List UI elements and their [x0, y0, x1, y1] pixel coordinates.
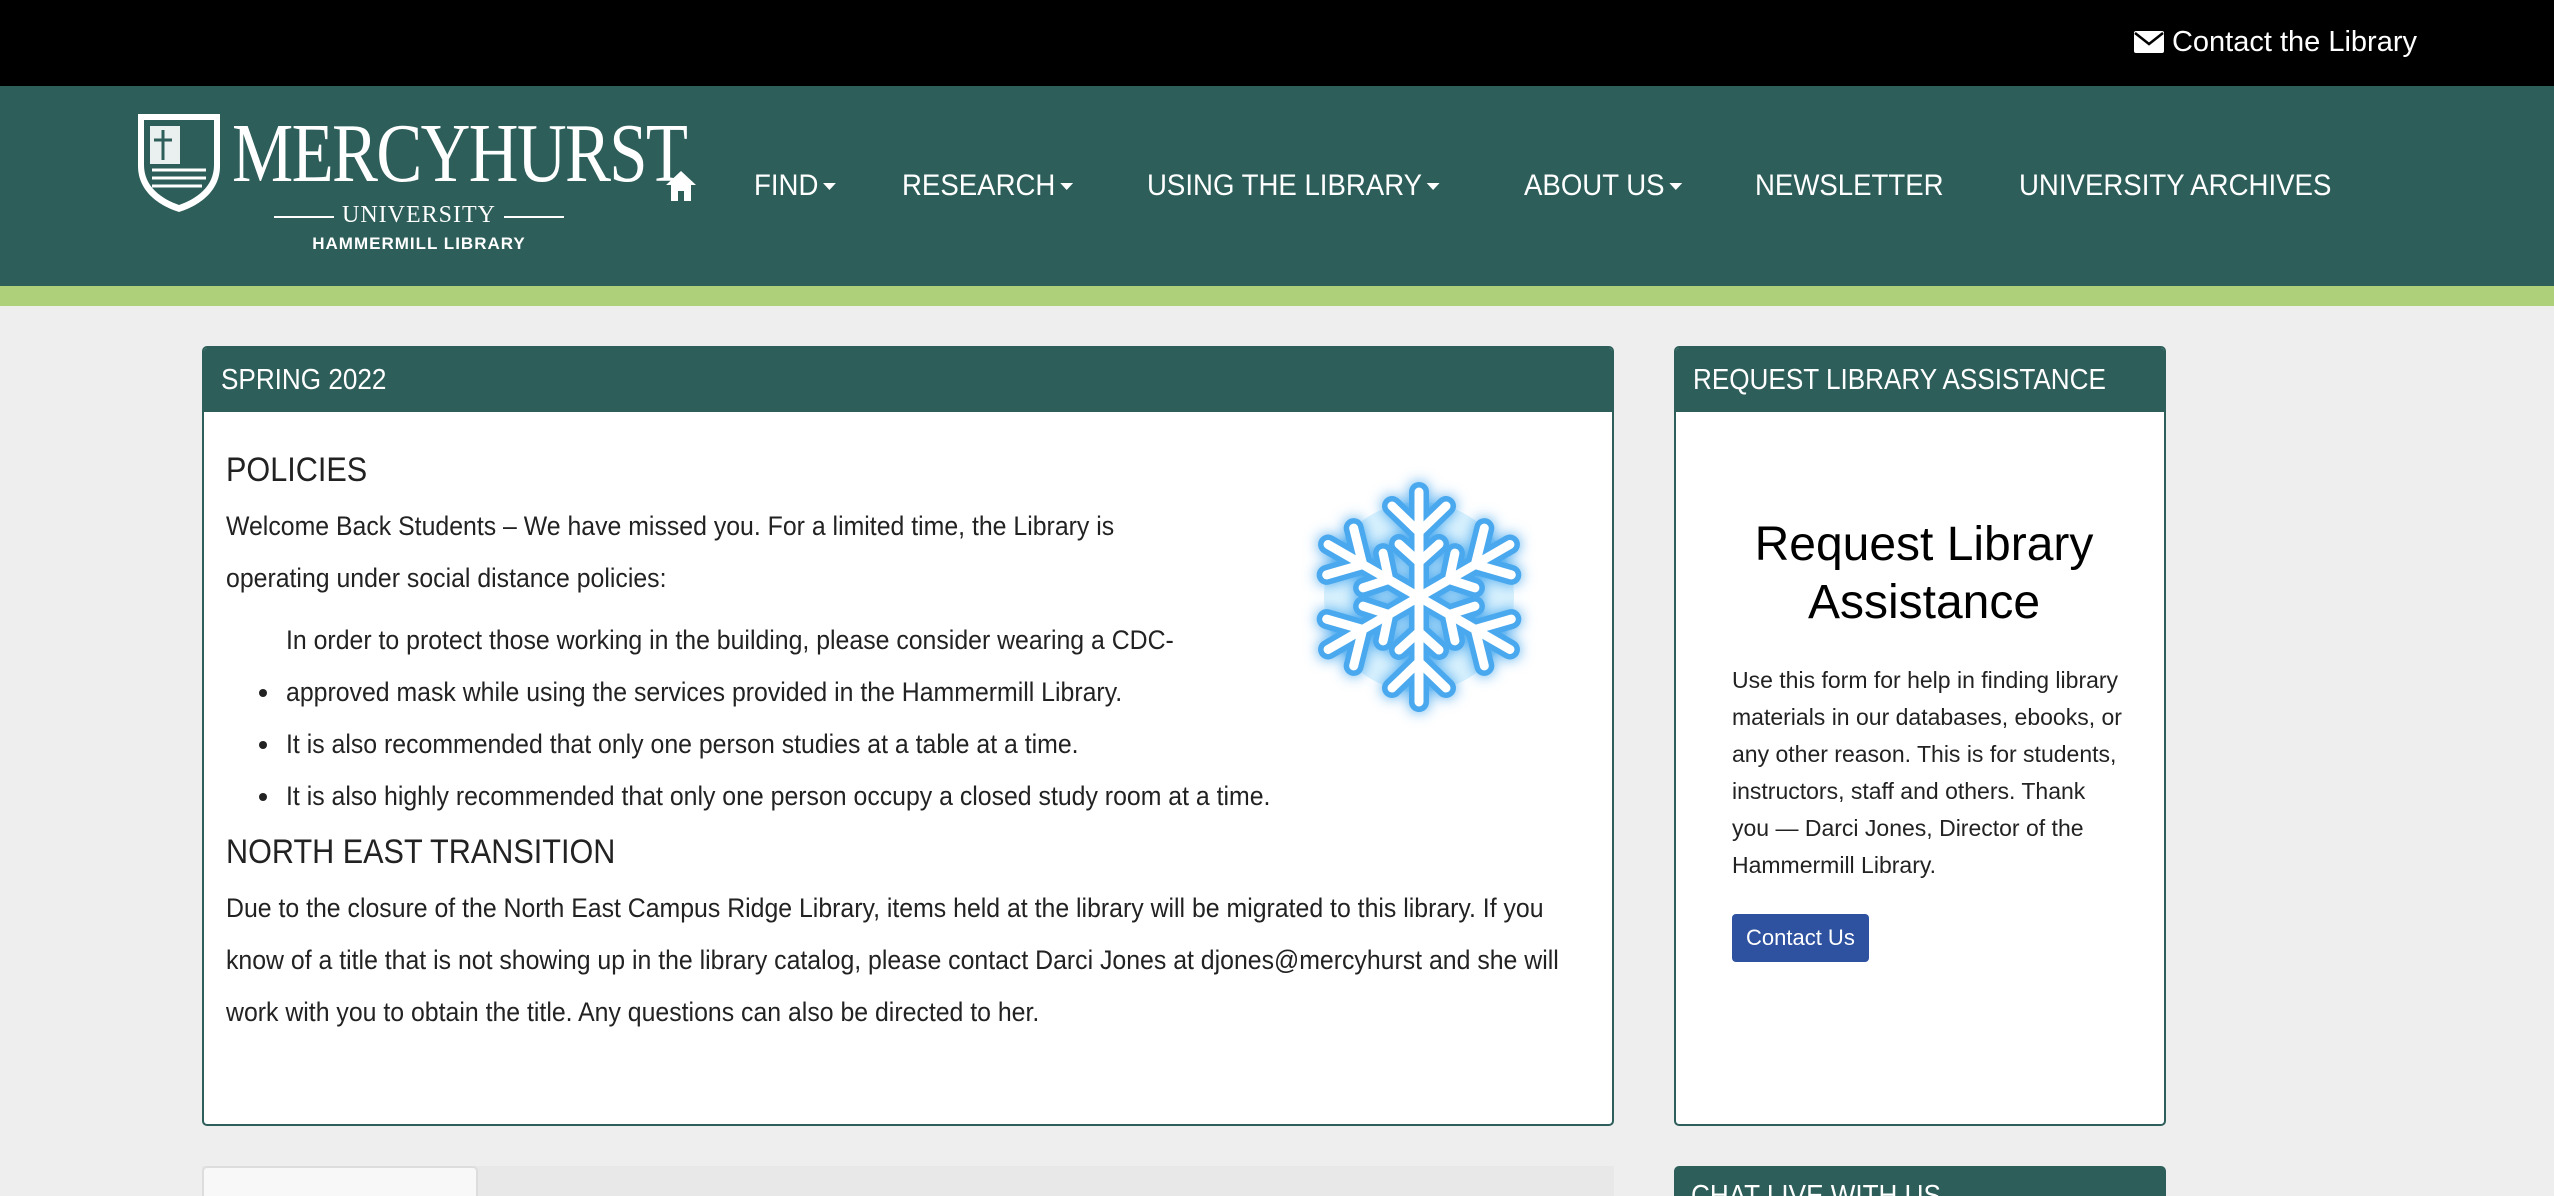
policies-intro: Welcome Back Students – We have missed y…	[226, 500, 1266, 604]
shield-icon	[138, 114, 220, 212]
caret-down-icon	[1059, 182, 1073, 190]
panel-heading: SPRING 2022	[204, 348, 1612, 412]
nav-item-label: RESEARCH	[902, 169, 1056, 202]
nav-item-label: NEWSLETTER	[1754, 169, 1944, 202]
nav-item-newsletter[interactable]: NEWSLETTER	[1755, 169, 1944, 203]
logo-library: HAMMERMILL LIBRARY	[312, 234, 526, 253]
home-icon[interactable]	[664, 169, 698, 203]
nav-item-label: ABOUT US	[1523, 169, 1665, 202]
panel-heading-text: SPRING 2022	[221, 363, 387, 396]
nav-item-label: USING THE LIBRARY	[1146, 169, 1422, 202]
nav-item-research[interactable]: RESEARCH	[902, 169, 1073, 203]
caret-down-icon	[1426, 182, 1440, 190]
chat-live-panel: CHAT LIVE WITH US	[1674, 1166, 2166, 1196]
list-item: It is also highly recommended that only …	[282, 770, 1590, 822]
policies-heading: POLICIES	[226, 451, 368, 489]
main-navbar: MERCYHURST UNIVERSITY HAMMERMILL LIBRARY…	[0, 86, 2554, 286]
list-item: In order to protect those working in the…	[282, 614, 1262, 718]
contact-library-link[interactable]: Contact the Library	[2133, 22, 2417, 62]
nav-item-about-us[interactable]: ABOUT US	[1524, 169, 1682, 203]
mercyhurst-logo[interactable]: MERCYHURST UNIVERSITY HAMMERMILL LIBRARY	[134, 107, 688, 260]
nav-item-university-archives[interactable]: UNIVERSITY ARCHIVES	[2019, 169, 2331, 203]
request-title: Request Library Assistance	[1754, 518, 2094, 629]
chat-heading: CHAT LIVE WITH US	[1691, 1180, 1941, 1196]
logo-name: MERCYHURST	[232, 107, 688, 200]
nav-item-label: FIND	[754, 169, 819, 202]
snowflake-icon	[1284, 482, 1554, 732]
caret-down-icon	[823, 182, 836, 190]
panel-heading: REQUEST LIBRARY ASSISTANCE	[1676, 348, 2164, 412]
contact-library-label: Contact the Library	[2171, 25, 2417, 58]
nav-item-find[interactable]: FIND	[754, 169, 836, 203]
tab-active[interactable]	[202, 1166, 478, 1196]
request-description: Use this form for help in finding librar…	[1732, 667, 2122, 878]
intro-text: Welcome Back Students – We have missed y…	[226, 511, 1115, 593]
logo-university: UNIVERSITY	[264, 202, 574, 229]
transition-heading: NORTH EAST TRANSITION	[226, 833, 616, 871]
bottom-tab-bar	[202, 1166, 1614, 1196]
panel-heading-text: REQUEST LIBRARY ASSISTANCE	[1693, 363, 2106, 396]
caret-down-icon	[1668, 182, 1682, 190]
nav-item-using-the-library[interactable]: USING THE LIBRARY	[1147, 169, 1440, 203]
request-assistance-panel: REQUEST LIBRARY ASSISTANCE Request Libra…	[1674, 346, 2166, 1126]
nav-menu: FIND RESEARCH USING THE LIBRARY ABOUT US…	[664, 156, 2417, 216]
nav-item-label: UNIVERSITY ARCHIVES	[2018, 169, 2331, 202]
envelope-icon	[2133, 31, 2164, 53]
nav-accent-stripe	[0, 286, 2554, 306]
request-form-body: Request Library Assistance Use this form…	[1676, 412, 2164, 962]
contact-us-button[interactable]: Contact Us	[1732, 914, 1869, 962]
spring-2022-panel: SPRING 2022 POLICIES Welcome Back Studen…	[202, 346, 1614, 1126]
top-bar: Contact the Library	[0, 0, 2554, 86]
panel-body: POLICIES Welcome Back Students – We have…	[204, 412, 1612, 1038]
transition-text: Due to the closure of the North East Cam…	[226, 893, 1559, 1027]
